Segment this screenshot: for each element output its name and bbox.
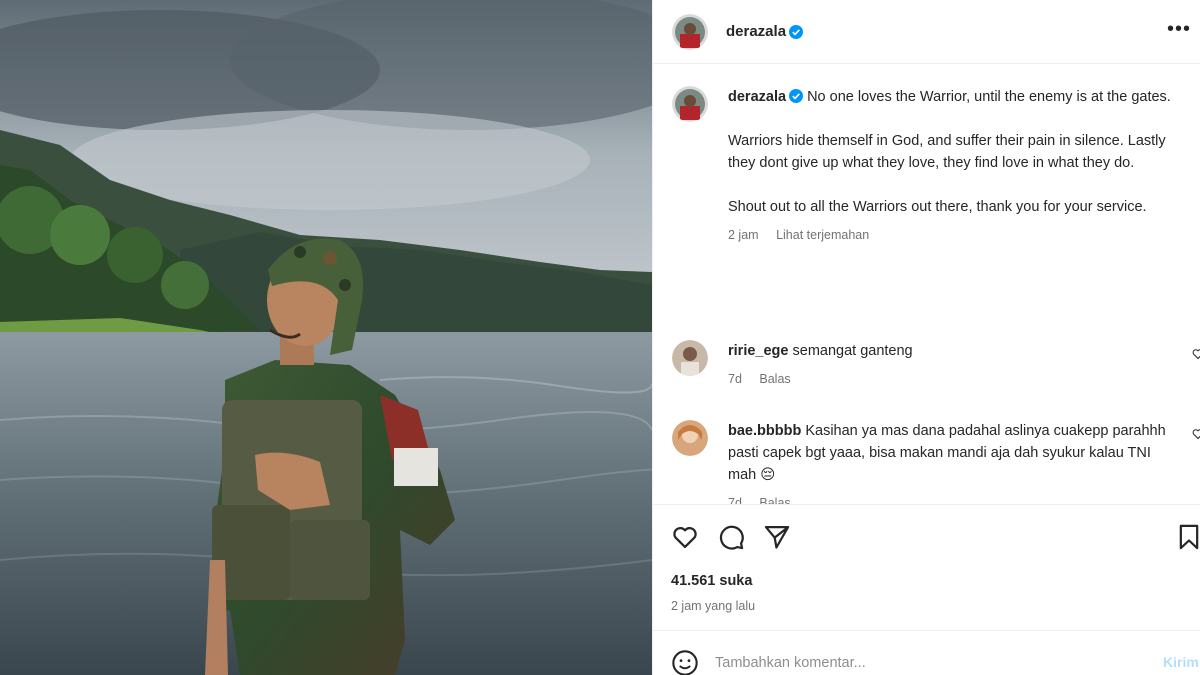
comment-item: bae.bbbbb Kasihan ya mas dana padahal as… (672, 420, 1200, 504)
reply-button[interactable]: Balas (759, 372, 790, 386)
comment-composer: Kirim (653, 630, 1200, 675)
send-icon[interactable] (763, 523, 791, 551)
comment-like-icon[interactable] (1192, 428, 1200, 440)
verified-badge-icon (789, 89, 804, 103)
caption-line1: No one loves the Warrior, until the enem… (807, 89, 1171, 105)
caption-time: 2 jam (728, 228, 759, 242)
likes-count[interactable]: 41.561 suka (671, 573, 752, 589)
translate-link[interactable]: Lihat terjemahan (776, 228, 869, 242)
heart-icon[interactable] (671, 523, 699, 551)
caption-para3: Shout out to all the Warriors out there,… (728, 199, 1147, 215)
commenter-username[interactable]: ririe_ege (728, 343, 788, 359)
bookmark-icon[interactable] (1175, 523, 1200, 551)
comment-body: ririe_ege semangat ganteng 7d Balas (728, 340, 1168, 390)
caption-body: derazala No one loves the Warrior, until… (728, 86, 1184, 246)
avatar-image (672, 86, 708, 122)
commenter-avatar[interactable] (672, 420, 708, 456)
comment-body: bae.bbbbb Kasihan ya mas dana padahal as… (728, 420, 1168, 504)
comment-time: 7d (728, 496, 742, 504)
comment-like-icon[interactable] (1192, 348, 1200, 360)
verified-badge-icon (789, 24, 804, 39)
comments-thread[interactable]: derazala No one loves the Warrior, until… (653, 64, 1200, 504)
avatar-image (672, 340, 708, 376)
comment-item: ririe_ege semangat ganteng 7d Balas (672, 340, 1200, 390)
commenter-avatar[interactable] (672, 340, 708, 376)
comment-icon[interactable] (717, 523, 745, 551)
reply-button[interactable]: Balas (759, 496, 790, 504)
avatar-image (672, 420, 708, 456)
author-avatar[interactable] (672, 13, 708, 50)
comment-meta: 7d Balas (728, 492, 1168, 504)
author-username[interactable]: derazala (726, 23, 786, 40)
caption-meta: 2 jam Lihat terjemahan (728, 224, 1184, 246)
comment-text: semangat ganteng (792, 343, 913, 359)
post-photo[interactable] (0, 0, 652, 675)
caption-avatar[interactable] (672, 86, 708, 122)
post-caption: derazala No one loves the Warrior, until… (672, 86, 1192, 246)
send-comment-button[interactable]: Kirim (1163, 654, 1199, 670)
comment-meta: 7d Balas (728, 368, 1168, 390)
lake-soldier-photo (0, 0, 652, 675)
comment-input[interactable] (715, 651, 1145, 675)
post-sidebar: derazala ••• derazala No one loves the W… (652, 0, 1200, 675)
caption-para2: Warriors hide themself in God, and suffe… (728, 133, 1166, 171)
comment-time: 7d (728, 372, 742, 386)
avatar-image (672, 13, 708, 50)
post-timestamp: 2 jam yang lalu (671, 599, 756, 613)
emoji-icon[interactable] (671, 649, 699, 675)
post-header: derazala ••• (653, 0, 1200, 64)
more-horizontal-icon[interactable]: ••• (1167, 19, 1191, 39)
commenter-username[interactable]: bae.bbbbb (728, 423, 801, 439)
caption-username[interactable]: derazala (728, 89, 786, 105)
action-bar: 41.561 suka 2 jam yang lalu (653, 504, 1200, 630)
